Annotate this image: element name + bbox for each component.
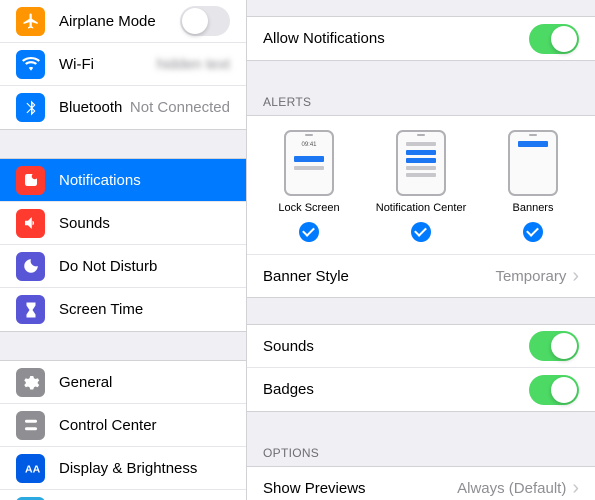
banners-preview [508, 130, 558, 196]
settings-sidebar[interactable]: Airplane Mode Wi-Fi hidden text Bluetoot… [0, 0, 247, 500]
allow-notifications-toggle[interactable] [529, 24, 579, 54]
label: Banners [513, 202, 554, 214]
sounds-toggle[interactable] [529, 331, 579, 361]
show-previews-row[interactable]: Show Previews Always (Default) › [247, 467, 595, 500]
sidebar-item-control-center[interactable]: Control Center [0, 404, 246, 447]
label: Lock Screen [278, 202, 339, 214]
chevron-right-icon: › [572, 477, 579, 500]
label: Sounds [59, 215, 230, 232]
options-header: Options [247, 440, 595, 466]
label: Notifications [59, 172, 230, 189]
moon-icon [16, 252, 45, 281]
alerts-panel: 09:41 Lock Screen Notification Center [247, 115, 595, 298]
check-icon [411, 222, 431, 242]
label: Notification Center [376, 202, 467, 214]
sidebar-item-general[interactable]: General [0, 361, 246, 404]
banner-style-row[interactable]: Banner Style Temporary › [247, 254, 595, 297]
chevron-right-icon: › [572, 265, 579, 288]
label: Badges [263, 381, 529, 398]
sidebar-item-screen-time[interactable]: Screen Time [0, 288, 246, 331]
check-icon [299, 222, 319, 242]
badges-toggle[interactable] [529, 375, 579, 405]
check-icon [523, 222, 543, 242]
speaker-icon [16, 209, 45, 238]
sidebar-item-display-brightness[interactable]: AA Display & Brightness [0, 447, 246, 490]
lock-screen-preview: 09:41 [284, 130, 334, 196]
hourglass-icon [16, 295, 45, 324]
alert-type-lock-screen[interactable]: 09:41 Lock Screen [259, 130, 359, 254]
label: Airplane Mode [59, 13, 180, 30]
label: Control Center [59, 417, 230, 434]
label: General [59, 374, 230, 391]
wifi-icon [16, 50, 45, 79]
notification-center-preview [396, 130, 446, 196]
airplane-icon [16, 7, 45, 36]
label: Display & Brightness [59, 460, 230, 477]
svg-text:AA: AA [25, 464, 40, 476]
label: Wi-Fi [59, 56, 157, 73]
sidebar-item-bluetooth[interactable]: Bluetooth Not Connected [0, 86, 246, 129]
value: Temporary [495, 268, 566, 285]
sidebar-item-airplane-mode[interactable]: Airplane Mode [0, 0, 246, 43]
alerts-header: Alerts [247, 89, 595, 115]
badges-row[interactable]: Badges [247, 368, 595, 411]
sidebar-item-do-not-disturb[interactable]: Do Not Disturb [0, 245, 246, 288]
label: Do Not Disturb [59, 258, 230, 275]
allow-notifications-row[interactable]: Allow Notifications [247, 17, 595, 60]
flower-icon [16, 497, 45, 500]
switches-icon [16, 411, 45, 440]
label: Allow Notifications [263, 30, 529, 47]
alert-type-notification-center[interactable]: Notification Center [371, 130, 471, 254]
label: Show Previews [263, 480, 457, 497]
sidebar-item-wallpaper[interactable]: Wallpaper [0, 490, 246, 500]
label: Sounds [263, 338, 529, 355]
sidebar-item-sounds[interactable]: Sounds [0, 202, 246, 245]
alert-type-banners[interactable]: Banners [483, 130, 583, 254]
bluetooth-icon [16, 93, 45, 122]
wifi-value: hidden text [157, 56, 230, 73]
bluetooth-value: Not Connected [130, 99, 230, 116]
label: Bluetooth [59, 99, 130, 116]
gear-icon [16, 368, 45, 397]
label: Banner Style [263, 268, 495, 285]
airplane-toggle[interactable] [180, 6, 230, 36]
sidebar-item-wifi[interactable]: Wi-Fi hidden text [0, 43, 246, 86]
sidebar-item-notifications[interactable]: Notifications [0, 159, 246, 202]
brightness-icon: AA [16, 454, 45, 483]
sounds-row[interactable]: Sounds [247, 325, 595, 368]
value: Always (Default) [457, 480, 566, 497]
label: Screen Time [59, 301, 230, 318]
main-panel[interactable]: Allow Notifications Alerts 09:41 Lock Sc… [247, 0, 595, 500]
bell-icon [16, 166, 45, 195]
